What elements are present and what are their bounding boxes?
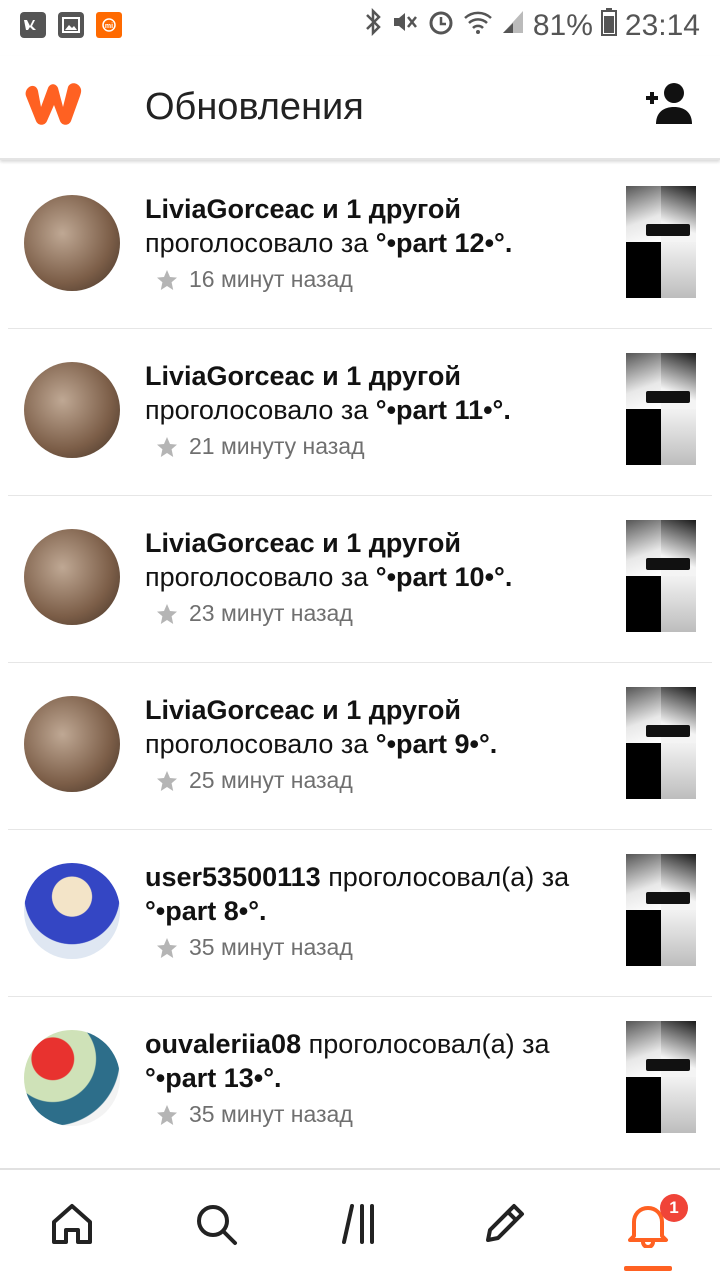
home-icon[interactable]	[48, 1200, 96, 1248]
notification-time: 21 минуту назад	[189, 433, 365, 459]
star-icon	[157, 269, 177, 290]
bluetooth-icon	[363, 7, 383, 43]
notification-time: 16 минут назад	[189, 266, 353, 292]
notification-row[interactable]: LiviaGorceac и 1 другой проголосовало за…	[8, 663, 712, 830]
avatar[interactable]	[24, 195, 120, 291]
notification-time-row: 25 минут назад	[155, 767, 353, 794]
clock: 23:14	[624, 8, 700, 42]
notification-story[interactable]: °•part 11•°.	[376, 395, 511, 425]
notification-time-row: 23 минут назад	[155, 600, 353, 627]
notification-text: ouvaleriia08 проголосовал(а) за °•part 1…	[145, 1027, 605, 1095]
notification-user[interactable]: ouvaleriia08	[145, 1029, 301, 1059]
notification-text: LiviaGorceac и 1 другой проголосовало за…	[145, 693, 605, 761]
notification-time-row: 35 минут назад	[155, 1101, 353, 1128]
alarm-icon	[427, 8, 455, 43]
notification-text: LiviaGorceac и 1 другой проголосовало за…	[145, 192, 605, 260]
star-icon	[157, 436, 177, 457]
mi-icon: mi	[96, 12, 122, 38]
notification-time-row: 16 минут назад	[155, 266, 353, 293]
notification-badge: 1	[660, 1194, 688, 1222]
notification-action: проголосовало за	[145, 228, 369, 258]
notification-time-row: 35 минут назад	[155, 934, 353, 961]
notification-row[interactable]: LiviaGorceac и 1 другой проголосовало за…	[8, 329, 712, 496]
notification-action: проголосовал(а) за	[328, 862, 570, 892]
notification-text: user53500113 проголосовал(а) за °•part 8…	[145, 860, 605, 928]
story-cover-thumbnail[interactable]	[626, 186, 696, 298]
story-cover-thumbnail[interactable]	[626, 687, 696, 799]
notification-time-row: 21 минуту назад	[155, 433, 365, 460]
vk-icon	[20, 12, 46, 38]
notification-story[interactable]: °•part 12•°.	[376, 228, 513, 258]
story-cover-thumbnail[interactable]	[626, 1021, 696, 1133]
notification-text: LiviaGorceac и 1 другой проголосовало за…	[145, 359, 605, 427]
notification-story[interactable]: °•part 9•°.	[376, 729, 498, 759]
notification-row[interactable]: LiviaGorceac и 1 другой проголосовало за…	[8, 162, 712, 329]
story-cover-thumbnail[interactable]	[626, 353, 696, 465]
notification-time: 23 минут назад	[189, 600, 353, 626]
write-icon[interactable]	[480, 1200, 528, 1248]
notification-time: 35 минут назад	[189, 1101, 353, 1127]
wattpad-logo-icon[interactable]	[24, 80, 88, 128]
notification-row[interactable]: user53500113 проголосовал(а) за °•part 8…	[8, 830, 712, 997]
search-icon[interactable]	[192, 1200, 240, 1248]
notification-user[interactable]: LiviaGorceac и 1 другой	[145, 528, 461, 558]
library-icon[interactable]	[338, 1200, 386, 1248]
wifi-icon	[463, 9, 493, 42]
notification-time: 35 минут назад	[189, 934, 353, 960]
avatar[interactable]	[24, 1030, 120, 1126]
avatar[interactable]	[24, 863, 120, 959]
notification-row[interactable]: ouvaleriia08 проголосовал(а) за °•part 1…	[8, 997, 712, 1164]
story-cover-thumbnail[interactable]	[626, 520, 696, 632]
notification-action: проголосовало за	[145, 729, 369, 759]
add-user-icon[interactable]	[640, 80, 696, 128]
notification-text: LiviaGorceac и 1 другой проголосовало за…	[145, 526, 605, 594]
notification-story[interactable]: °•part 8•°.	[145, 896, 267, 926]
star-icon	[157, 770, 177, 791]
mute-icon	[391, 8, 419, 43]
notification-action: проголосовал(а) за	[308, 1029, 550, 1059]
notification-user[interactable]: LiviaGorceac и 1 другой	[145, 361, 461, 391]
notification-time: 25 минут назад	[189, 767, 353, 793]
app-bar: Обновления	[0, 56, 720, 160]
svg-text:mi: mi	[105, 23, 113, 30]
notification-user[interactable]: user53500113	[145, 862, 321, 892]
gallery-icon	[58, 12, 84, 38]
status-left-icons: mi	[20, 12, 122, 38]
notification-user[interactable]: LiviaGorceac и 1 другой	[145, 194, 461, 224]
story-cover-thumbnail[interactable]	[626, 854, 696, 966]
avatar[interactable]	[24, 696, 120, 792]
notification-story[interactable]: °•part 13•°.	[145, 1063, 282, 1093]
battery-percent: 81%	[532, 8, 593, 42]
star-icon	[157, 937, 177, 958]
battery-icon	[600, 8, 617, 43]
star-icon	[157, 1104, 177, 1125]
status-right: 81% 23:14	[363, 7, 700, 43]
signal-icon	[501, 9, 525, 42]
notifications-list: LiviaGorceac и 1 другой проголосовало за…	[0, 162, 720, 1164]
star-icon	[157, 603, 177, 624]
notification-action: проголосовало за	[145, 395, 369, 425]
notification-user[interactable]: LiviaGorceac и 1 другой	[145, 695, 461, 725]
avatar[interactable]	[24, 362, 120, 458]
avatar[interactable]	[24, 529, 120, 625]
notification-row[interactable]: LiviaGorceac и 1 другой проголосовало за…	[8, 496, 712, 663]
page-title: Обновления	[145, 86, 364, 128]
active-tab-indicator	[624, 1266, 672, 1271]
notification-story[interactable]: °•part 10•°.	[376, 562, 513, 592]
status-bar: mi 81% 23:14	[0, 0, 720, 56]
notification-action: проголосовало за	[145, 562, 369, 592]
bottom-navigation: 1	[0, 1168, 720, 1280]
